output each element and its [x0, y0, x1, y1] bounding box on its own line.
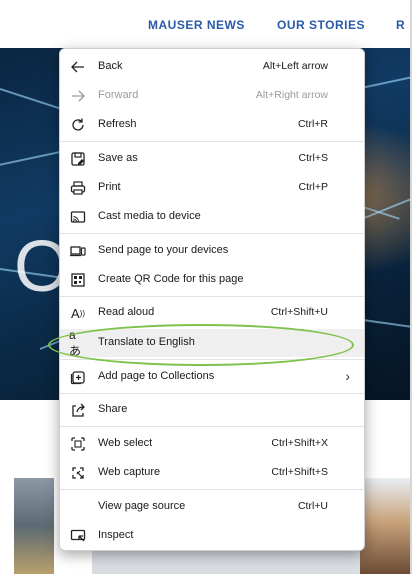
menu-item-print[interactable]: Print Ctrl+P — [60, 174, 364, 202]
menu-item-label: Share — [98, 403, 128, 415]
menu-item-add-to-collections[interactable]: Add page to Collections › — [60, 363, 364, 391]
menu-item-label: Refresh — [98, 118, 137, 130]
menu-item-share[interactable]: Share — [60, 396, 364, 424]
menu-item-label: Web capture — [98, 466, 161, 478]
menu-separator — [60, 426, 364, 427]
menu-separator — [60, 359, 364, 360]
menu-item-read-aloud[interactable]: A)) Read aloud Ctrl+Shift+U — [60, 299, 364, 327]
menu-item-inspect[interactable]: Inspect — [60, 522, 364, 550]
menu-separator — [60, 489, 364, 490]
menu-item-shortcut: Ctrl+P — [298, 181, 328, 193]
menu-separator — [60, 393, 364, 394]
nav-link-our-stories[interactable]: OUR STORIES — [277, 18, 365, 32]
read-aloud-icon: A)) — [71, 305, 85, 321]
menu-item-label: Add page to Collections — [98, 370, 215, 382]
menu-item-save-as[interactable]: Save as Ctrl+S — [60, 145, 364, 173]
nav-link-mauser-news[interactable]: MAUSER NEWS — [148, 18, 245, 32]
devices-icon — [69, 242, 87, 260]
web-capture-icon — [69, 464, 87, 482]
menu-item-shortcut: Alt+Right arrow — [255, 89, 328, 101]
menu-item-shortcut: Ctrl+Shift+X — [271, 437, 328, 449]
menu-item-label: Print — [98, 181, 121, 193]
menu-item-cast-media[interactable]: Cast media to device — [60, 203, 364, 231]
menu-item-back[interactable]: Back Alt+Left arrow — [60, 53, 364, 81]
arrow-right-icon — [69, 87, 87, 105]
menu-item-view-page-source[interactable]: View page source Ctrl+U — [60, 493, 364, 521]
web-select-icon — [69, 435, 87, 453]
save-icon — [69, 150, 87, 168]
arrow-left-icon — [69, 58, 87, 76]
menu-item-label: Read aloud — [98, 306, 155, 318]
cast-icon — [69, 208, 87, 226]
chevron-right-icon: › — [345, 368, 350, 384]
photo-thumbnail-right — [360, 478, 412, 574]
share-icon — [69, 401, 87, 419]
menu-item-shortcut: Ctrl+Shift+U — [270, 306, 328, 318]
menu-item-label: View page source — [98, 500, 186, 512]
site-top-navigation: MAUSER NEWS OUR STORIES R — [0, 0, 412, 49]
menu-item-label: Web select — [98, 437, 153, 449]
collections-icon — [69, 368, 87, 386]
menu-item-shortcut: Ctrl+S — [298, 152, 328, 164]
menu-item-translate[interactable]: aあ Translate to English — [60, 327, 364, 358]
menu-item-create-qr-code[interactable]: Create QR Code for this page — [60, 266, 364, 294]
menu-item-shortcut: Ctrl+U — [297, 500, 328, 512]
menu-item-label: Save as — [98, 152, 138, 164]
menu-item-label: Inspect — [98, 529, 134, 541]
menu-item-forward[interactable]: Forward Alt+Right arrow — [60, 82, 364, 110]
menu-separator — [60, 296, 364, 297]
menu-item-label: Send page to your devices — [98, 244, 229, 256]
menu-item-send-page[interactable]: Send page to your devices — [60, 237, 364, 265]
menu-item-refresh[interactable]: Refresh Ctrl+R — [60, 111, 364, 139]
nav-link-truncated[interactable]: R — [396, 18, 405, 32]
refresh-icon — [69, 116, 87, 134]
menu-item-label: Forward — [98, 89, 139, 101]
menu-item-shortcut: Alt+Left arrow — [262, 60, 328, 72]
menu-item-web-select[interactable]: Web select Ctrl+Shift+X — [60, 430, 364, 458]
menu-separator — [60, 141, 364, 142]
menu-separator — [60, 233, 364, 234]
inspect-icon — [69, 527, 87, 545]
translate-icon: aあ — [69, 327, 82, 358]
menu-item-label: Create QR Code for this page — [98, 273, 244, 285]
menu-item-web-capture[interactable]: Web capture Ctrl+Shift+S — [60, 459, 364, 487]
menu-item-label: Back — [98, 60, 123, 72]
menu-item-shortcut: Ctrl+R — [297, 118, 328, 130]
print-icon — [69, 179, 87, 197]
menu-item-shortcut: Ctrl+Shift+S — [271, 466, 328, 478]
photo-thumbnail-left — [14, 478, 54, 574]
menu-item-label: Cast media to device — [98, 210, 201, 222]
browser-context-menu: Back Alt+Left arrow Forward Alt+Right ar… — [59, 48, 365, 551]
menu-item-label: Translate to English — [98, 336, 195, 348]
qr-code-icon — [69, 271, 87, 289]
